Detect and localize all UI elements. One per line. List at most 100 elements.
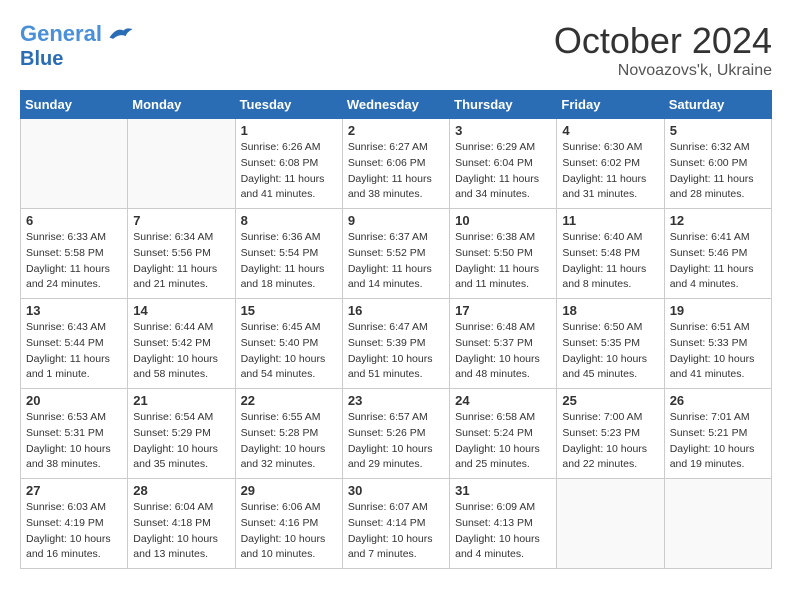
calendar-week-4: 20 Sunrise: 6:53 AMSunset: 5:31 PMDayligh…: [21, 389, 772, 479]
day-number: 6: [26, 213, 122, 228]
day-info: Sunrise: 6:30 AMSunset: 6:02 PMDaylight:…: [562, 140, 658, 203]
logo-text: General: [20, 22, 102, 46]
day-info: Sunrise: 7:00 AMSunset: 5:23 PMDaylight:…: [562, 410, 658, 473]
calendar-header-row: SundayMondayTuesdayWednesdayThursdayFrid…: [21, 91, 772, 119]
calendar-cell: 2 Sunrise: 6:27 AMSunset: 6:06 PMDaylight…: [342, 119, 449, 209]
calendar-cell: [557, 479, 664, 569]
calendar-cell: 10Sunrise: 6:38 AMSunset: 5:50 PMDayligh…: [450, 209, 557, 299]
day-info: Sunrise: 6:53 AMSunset: 5:31 PMDaylight:…: [26, 410, 122, 473]
day-number: 4: [562, 123, 658, 138]
day-info: Sunrise: 6:37 AMSunset: 5:52 PMDaylight:…: [348, 230, 444, 293]
calendar-cell: 25 Sunrise: 7:00 AMSunset: 5:23 PMDayligh…: [557, 389, 664, 479]
day-number: 15: [241, 303, 337, 318]
calendar-cell: 19Sunrise: 6:51 AMSunset: 5:33 PMDayligh…: [664, 299, 771, 389]
day-info: Sunrise: 6:58 AMSunset: 5:24 PMDaylight:…: [455, 410, 551, 473]
day-number: 22: [241, 393, 337, 408]
day-number: 17: [455, 303, 551, 318]
day-info: Sunrise: 6:55 AMSunset: 5:28 PMDaylight:…: [241, 410, 337, 473]
day-number: 18: [562, 303, 658, 318]
day-info: Sunrise: 6:50 AMSunset: 5:35 PMDaylight:…: [562, 320, 658, 383]
calendar-cell: 3Sunrise: 6:29 AMSunset: 6:04 PMDaylight…: [450, 119, 557, 209]
calendar-week-1: 1Sunrise: 6:26 AMSunset: 6:08 PMDaylight…: [21, 119, 772, 209]
day-info: Sunrise: 6:03 AMSunset: 4:19 PMDaylight:…: [26, 500, 122, 563]
day-number: 13: [26, 303, 122, 318]
logo-blue-text: Blue: [20, 48, 134, 70]
calendar-cell: [21, 119, 128, 209]
day-info: Sunrise: 6:45 AMSunset: 5:40 PMDaylight:…: [241, 320, 337, 383]
calendar-cell: 30 Sunrise: 6:07 AMSunset: 4:14 PMDayligh…: [342, 479, 449, 569]
weekday-header-wednesday: Wednesday: [342, 91, 449, 119]
calendar-cell: 12Sunrise: 6:41 AMSunset: 5:46 PMDayligh…: [664, 209, 771, 299]
day-number: 26: [670, 393, 766, 408]
calendar-cell: 15 Sunrise: 6:45 AMSunset: 5:40 PMDayligh…: [235, 299, 342, 389]
day-number: 8: [241, 213, 337, 228]
calendar-week-2: 6 Sunrise: 6:33 AMSunset: 5:58 PMDaylight…: [21, 209, 772, 299]
calendar-cell: 17Sunrise: 6:48 AMSunset: 5:37 PMDayligh…: [450, 299, 557, 389]
day-info: Sunrise: 7:01 AMSunset: 5:21 PMDaylight:…: [670, 410, 766, 473]
day-number: 7: [133, 213, 229, 228]
weekday-header-monday: Monday: [128, 91, 235, 119]
day-number: 21: [133, 393, 229, 408]
day-number: 19: [670, 303, 766, 318]
calendar-cell: 21 Sunrise: 6:54 AMSunset: 5:29 PMDayligh…: [128, 389, 235, 479]
weekday-header-thursday: Thursday: [450, 91, 557, 119]
calendar-cell: 20 Sunrise: 6:53 AMSunset: 5:31 PMDayligh…: [21, 389, 128, 479]
day-info: Sunrise: 6:41 AMSunset: 5:46 PMDaylight:…: [670, 230, 766, 293]
weekday-header-friday: Friday: [557, 91, 664, 119]
day-number: 11: [562, 213, 658, 228]
day-info: Sunrise: 6:44 AMSunset: 5:42 PMDaylight:…: [133, 320, 229, 383]
day-info: Sunrise: 6:07 AMSunset: 4:14 PMDaylight:…: [348, 500, 444, 563]
day-info: Sunrise: 6:47 AMSunset: 5:39 PMDaylight:…: [348, 320, 444, 383]
day-info: Sunrise: 6:54 AMSunset: 5:29 PMDaylight:…: [133, 410, 229, 473]
calendar-cell: 11 Sunrise: 6:40 AMSunset: 5:48 PMDayligh…: [557, 209, 664, 299]
calendar-cell: 5 Sunrise: 6:32 AMSunset: 6:00 PMDaylight…: [664, 119, 771, 209]
logo-bird-icon: [106, 20, 134, 48]
calendar-cell: 13 Sunrise: 6:43 AMSunset: 5:44 PMDayligh…: [21, 299, 128, 389]
day-number: 25: [562, 393, 658, 408]
logo: General Blue: [20, 20, 134, 70]
calendar-week-5: 27 Sunrise: 6:03 AMSunset: 4:19 PMDayligh…: [21, 479, 772, 569]
calendar-cell: 28 Sunrise: 6:04 AMSunset: 4:18 PMDayligh…: [128, 479, 235, 569]
day-info: Sunrise: 6:27 AMSunset: 6:06 PMDaylight:…: [348, 140, 444, 203]
calendar-cell: 9 Sunrise: 6:37 AMSunset: 5:52 PMDaylight…: [342, 209, 449, 299]
title-block: October 2024 Novoazovs'k, Ukraine: [554, 20, 772, 80]
month-title: October 2024: [554, 20, 772, 62]
day-number: 3: [455, 123, 551, 138]
calendar-cell: 16 Sunrise: 6:47 AMSunset: 5:39 PMDayligh…: [342, 299, 449, 389]
calendar-cell: 6 Sunrise: 6:33 AMSunset: 5:58 PMDaylight…: [21, 209, 128, 299]
day-number: 27: [26, 483, 122, 498]
day-info: Sunrise: 6:33 AMSunset: 5:58 PMDaylight:…: [26, 230, 122, 293]
day-info: Sunrise: 6:43 AMSunset: 5:44 PMDaylight:…: [26, 320, 122, 383]
day-number: 29: [241, 483, 337, 498]
calendar-cell: 8 Sunrise: 6:36 AMSunset: 5:54 PMDaylight…: [235, 209, 342, 299]
day-info: Sunrise: 6:09 AMSunset: 4:13 PMDaylight:…: [455, 500, 551, 563]
day-number: 1: [241, 123, 337, 138]
day-number: 20: [26, 393, 122, 408]
day-number: 28: [133, 483, 229, 498]
day-number: 9: [348, 213, 444, 228]
day-number: 2: [348, 123, 444, 138]
calendar-cell: 26 Sunrise: 7:01 AMSunset: 5:21 PMDayligh…: [664, 389, 771, 479]
weekday-header-tuesday: Tuesday: [235, 91, 342, 119]
day-info: Sunrise: 6:36 AMSunset: 5:54 PMDaylight:…: [241, 230, 337, 293]
day-info: Sunrise: 6:57 AMSunset: 5:26 PMDaylight:…: [348, 410, 444, 473]
calendar-cell: 29Sunrise: 6:06 AMSunset: 4:16 PMDayligh…: [235, 479, 342, 569]
day-number: 16: [348, 303, 444, 318]
calendar-cell: 31Sunrise: 6:09 AMSunset: 4:13 PMDayligh…: [450, 479, 557, 569]
location-title: Novoazovs'k, Ukraine: [554, 62, 772, 80]
calendar-cell: 1Sunrise: 6:26 AMSunset: 6:08 PMDaylight…: [235, 119, 342, 209]
calendar-cell: 14 Sunrise: 6:44 AMSunset: 5:42 PMDayligh…: [128, 299, 235, 389]
day-number: 24: [455, 393, 551, 408]
day-number: 5: [670, 123, 766, 138]
day-info: Sunrise: 6:04 AMSunset: 4:18 PMDaylight:…: [133, 500, 229, 563]
day-info: Sunrise: 6:40 AMSunset: 5:48 PMDaylight:…: [562, 230, 658, 293]
day-number: 14: [133, 303, 229, 318]
calendar-cell: 24 Sunrise: 6:58 AMSunset: 5:24 PMDayligh…: [450, 389, 557, 479]
calendar-cell: [128, 119, 235, 209]
calendar-cell: [664, 479, 771, 569]
calendar-table: SundayMondayTuesdayWednesdayThursdayFrid…: [20, 90, 772, 569]
day-info: Sunrise: 6:32 AMSunset: 6:00 PMDaylight:…: [670, 140, 766, 203]
day-number: 30: [348, 483, 444, 498]
weekday-header-sunday: Sunday: [21, 91, 128, 119]
calendar-cell: 7Sunrise: 6:34 AMSunset: 5:56 PMDaylight…: [128, 209, 235, 299]
